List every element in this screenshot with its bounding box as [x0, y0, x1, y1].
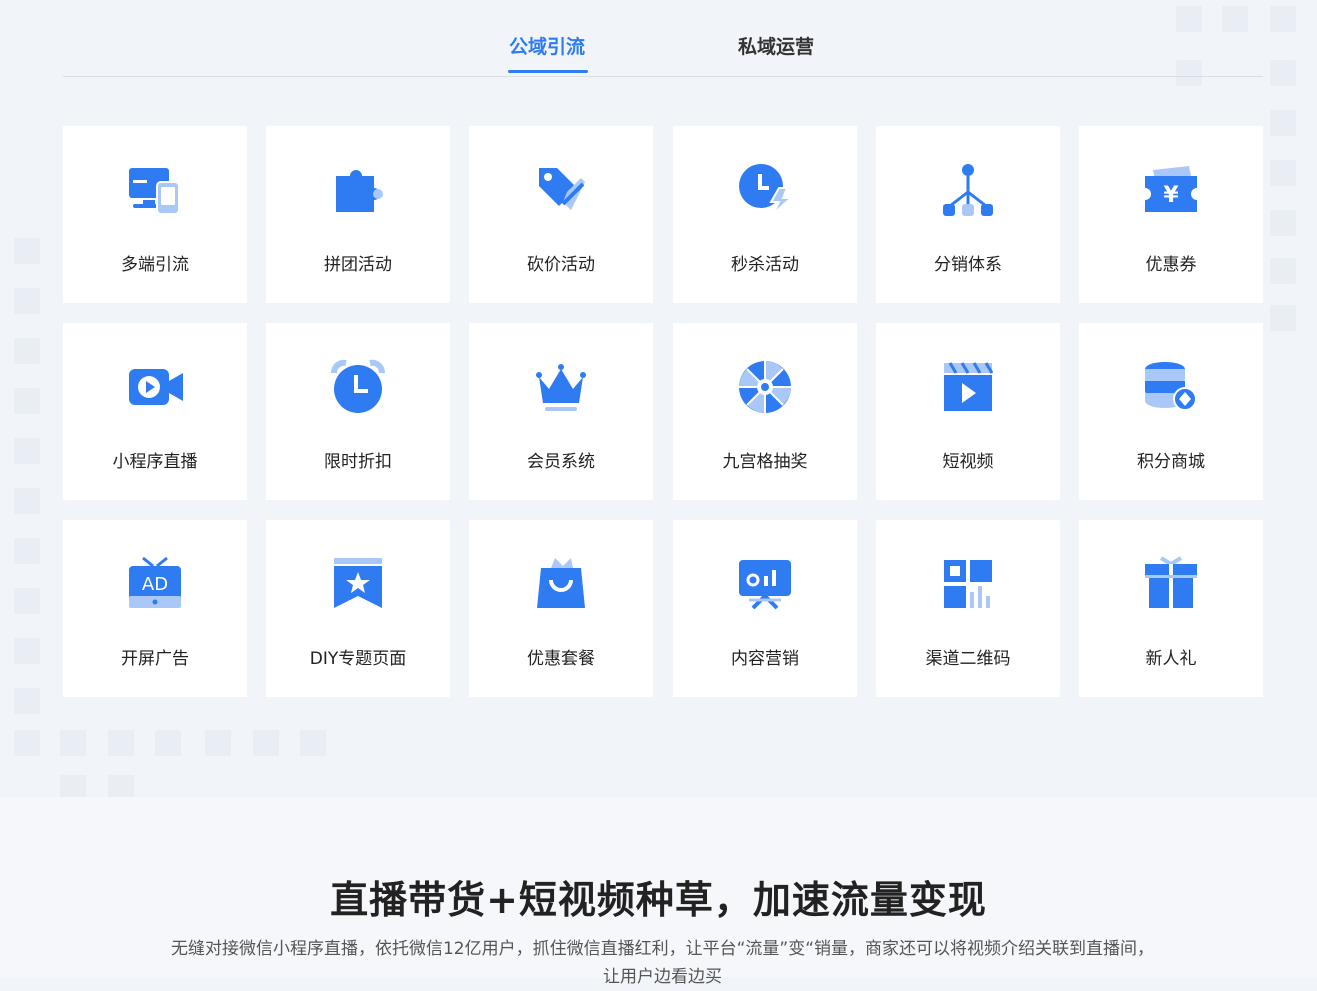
clapperboard-icon	[944, 362, 994, 411]
feature-label: 九宫格抽奖	[722, 452, 808, 472]
feature-label: 分销体系	[934, 255, 1002, 275]
feature-card-content-marketing[interactable]: 内容营销	[673, 520, 857, 697]
shopping-bag-icon	[537, 558, 585, 608]
feature-card-channel-qr[interactable]: 渠道二维码	[876, 520, 1060, 697]
hierarchy-icon	[943, 164, 993, 216]
crown-icon	[536, 364, 586, 411]
feature-card-points-mall[interactable]: 积分商城	[1079, 323, 1263, 500]
feature-card-live-stream[interactable]: 小程序直播	[63, 323, 247, 500]
feature-card-limited-discount[interactable]: 限时折扣	[266, 323, 450, 500]
presentation-board-icon	[739, 560, 791, 610]
svg-text:AD: AD	[142, 574, 168, 595]
feature-label: 拼团活动	[324, 255, 392, 275]
feature-card-group-buy[interactable]: 拼团活动	[266, 126, 450, 303]
feature-label: 内容营销	[731, 649, 799, 669]
prize-wheel-icon	[739, 361, 791, 413]
coin-stack-icon	[1145, 362, 1197, 411]
tab-bar: 公域引流 私域运营	[63, 0, 1263, 77]
feature-label: 限时折扣	[324, 452, 392, 472]
feature-card-membership[interactable]: 会员系统	[469, 323, 653, 500]
feature-card-flash-sale[interactable]: 秒杀活动	[673, 126, 857, 303]
feature-label: 开屏广告	[121, 649, 189, 669]
feature-label: 优惠券	[1145, 255, 1197, 275]
star-bookmark-icon	[334, 558, 382, 608]
gift-icon	[1145, 556, 1197, 608]
puzzle-icon	[336, 170, 383, 212]
feature-label: 积分商城	[1137, 452, 1205, 472]
feature-card-splash-ad[interactable]: AD 开屏广告	[63, 520, 247, 697]
active-tab-underline	[508, 70, 588, 73]
feature-card-newcomer-gift[interactable]: 新人礼	[1079, 520, 1263, 697]
yen-ticket-icon: ¥	[1145, 166, 1197, 212]
feature-label: 砍价活动	[527, 255, 595, 275]
section-description: 无缝对接微信小程序直播，依托微信12亿用户，抓住微信直播红利，让平台“流量”变“…	[170, 939, 1155, 987]
feature-label: 优惠套餐	[527, 649, 595, 669]
feature-label: 渠道二维码	[925, 649, 1011, 669]
price-tag-icon	[539, 168, 585, 210]
feature-card-diy-page[interactable]: DIY专题页面	[266, 520, 450, 697]
section-title: 直播带货+短视频种草，加速流量变现	[330, 878, 987, 922]
feature-card-short-video[interactable]: 短视频	[876, 323, 1060, 500]
feature-card-bargain[interactable]: 砍价活动	[469, 126, 653, 303]
promo-section: 直播带货+短视频种草，加速流量变现 无缝对接微信小程序直播，依托微信12亿用户，…	[0, 797, 1317, 987]
feature-label: DIY专题页面	[309, 649, 407, 669]
svg-text:¥: ¥	[1163, 183, 1179, 208]
feature-label: 多端引流	[121, 255, 189, 275]
video-camera-icon	[129, 369, 183, 405]
multi-device-icon	[129, 168, 180, 215]
feature-label: 会员系统	[527, 452, 595, 472]
feature-label: 小程序直播	[112, 452, 198, 472]
feature-card-coupon[interactable]: ¥ 优惠券	[1079, 126, 1263, 303]
feature-card-lottery[interactable]: 九宫格抽奖	[673, 323, 857, 500]
tab-private-operation[interactable]: 私域运营	[738, 32, 814, 59]
feature-card-multi-channel[interactable]: 多端引流	[63, 126, 247, 303]
tab-public-traffic[interactable]: 公域引流	[509, 32, 585, 59]
qr-code-icon	[944, 560, 992, 608]
feature-label: 短视频	[942, 452, 994, 472]
feature-label: 秒杀活动	[731, 255, 799, 275]
feature-card-distribution[interactable]: 分销体系	[876, 126, 1060, 303]
feature-card-combo-deal[interactable]: 优惠套餐	[469, 520, 653, 697]
flash-clock-icon	[739, 164, 793, 215]
alarm-clock-icon	[331, 359, 385, 413]
feature-label: 新人礼	[1145, 649, 1197, 669]
ad-tv-icon: AD	[129, 556, 181, 608]
